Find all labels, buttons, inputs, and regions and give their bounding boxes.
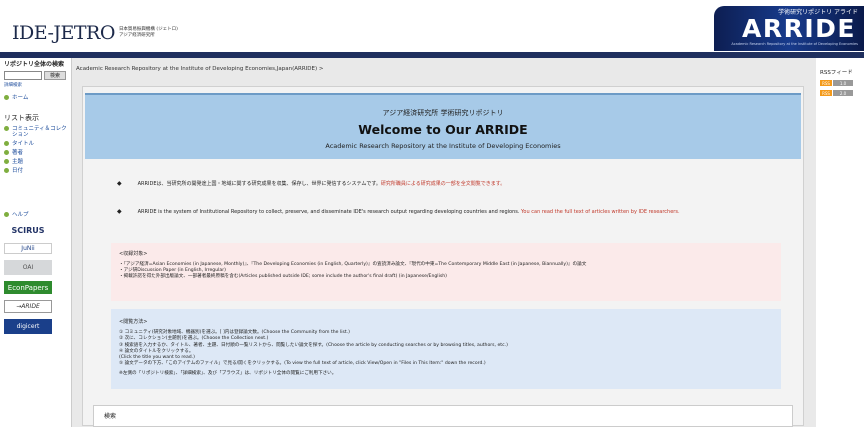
search-input[interactable] [4,71,42,80]
home-link[interactable]: ホーム [4,93,67,101]
banner-title: ARRIDE [742,14,856,43]
description-jp: ◆ ARRIDEは、当研究所の開発途上国・地域に関する研究成果を収集、保存し、世… [117,180,757,188]
sidebar-item-label: タイトル [12,141,35,147]
oai-badge[interactable]: OAI [4,260,52,275]
junii-badge[interactable]: JuNii [4,243,52,254]
bullet-icon [4,150,9,155]
scirus-badge[interactable]: SCIRUS [4,224,52,237]
sidebar-item-titles[interactable]: タイトル [4,141,67,147]
rss-icon: RSS [820,90,832,96]
header: IDE-JETRO 日本貿易振興機構 (ジェトロ) アジア経済研究所 学術研究リ… [0,0,864,52]
howto-box: <閲覧方法> ① コミュニティ(研究対象地域、機器別)を選ぶ。[ ]内は登録論文… [111,309,781,389]
sidebar-item-label: 日付 [12,168,24,174]
left-sidebar: リポジトリ全体の検索 検索 詳細検索 ホーム リスト表示 コミュニティ＆コレクシ… [0,58,72,427]
diamond-icon: ◆ [117,208,122,215]
rss-title: RSSフィード [820,70,853,76]
description-en-text: ARRIDE is the system of Institutional Re… [137,209,520,215]
list-title: リスト表示 [4,114,39,122]
sidebar-item-subjects[interactable]: 主題 [4,159,67,165]
search-row: 検索 [4,71,67,80]
main-content: Academic Research Repository at the Inst… [72,58,816,427]
logo-sub-line-2: アジア経済研究所 [118,33,155,38]
bullet-icon [4,126,9,131]
sidebar-item-label: 主題 [12,159,24,165]
breadcrumb[interactable]: Academic Research Repository at the Inst… [76,66,323,72]
sidebar-item-authors[interactable]: 著者 [4,150,67,156]
sidebar-item-label: コミュニティ＆コレクション [12,126,67,138]
search-panel-header: 検索 [93,405,793,427]
collection-targets-box: <収録対象> ・『アジア経済=Asian Economies (in Japan… [111,243,781,301]
bullet-icon [4,141,9,146]
rss-feed-2[interactable]: RSS 2.0 [820,90,860,96]
description-jp-highlight: 研究所職員による研究成果の一部を全文閲覧できます。 [380,181,506,187]
advanced-search-link[interactable]: 詳細検索 [4,82,67,88]
banner-subtitle: Academic Research Repository at the Inst… [731,42,858,46]
bullet-icon [4,211,9,217]
sidebar-item-dates[interactable]: 日付 [4,168,67,174]
howto-note: ※左側の「リポジトリ検索」、「詳細検索」、及び「ブラウズ」は、リポジトリ全体の閲… [119,371,337,377]
digicert-badge[interactable]: digicert [4,319,52,334]
description-text: ARRIDE is the system of Institutional Re… [138,209,680,215]
howto-item: ⑤ 論文データの下方、「このアイテムのファイル」で見る/開くをクリックする。(T… [119,361,486,367]
welcome-jp-title: アジア経済研究所 学術研究リポジトリ [382,109,504,117]
rss-icon: RSS [820,80,832,86]
econpapers-badge[interactable]: EconPapers [4,281,52,294]
sidebar-item-communities[interactable]: コミュニティ＆コレクション [4,126,67,138]
search-title: リポジトリ全体の検索 [4,61,65,68]
ide-jetro-logo[interactable]: IDE-JETRO 日本貿易振興機構 (ジェトロ) アジア経済研究所 [12,22,178,44]
rss-version: 1.0 [833,80,853,86]
home-label: ホーム [12,95,29,101]
welcome-subtitle: Academic Research Repository at the Inst… [325,142,561,150]
targets-title: <収録対象> [119,251,148,257]
rss-version: 2.0 [833,90,853,96]
welcome-banner: アジア経済研究所 学術研究リポジトリ Welcome to Our ARRIDE… [85,93,801,159]
bullet-icon [4,159,9,164]
logo-subtitle: 日本貿易振興機構 (ジェトロ) アジア経済研究所 [119,27,178,39]
help-link[interactable]: ヘルプ [4,210,67,218]
arride-banner[interactable]: 学術研究リポジトリ アライド ARRIDE Academic Research … [714,6,864,51]
bullet-icon [4,168,9,173]
diamond-icon: ◆ [117,180,122,187]
rss-feed-1[interactable]: RSS 1.0 [820,80,860,86]
description-jp-text: ARRIDEは、当研究所の開発途上国・地域に関する研究成果を収集、保存し、世界に… [137,181,381,187]
content-panel: アジア経済研究所 学術研究リポジトリ Welcome to Our ARRIDE… [82,86,804,427]
arride-badge[interactable]: →ARIDE [4,300,52,313]
howto-title: <閲覧方法> [119,319,148,325]
welcome-title: Welcome to Our ARRIDE [358,122,528,137]
target-item: ・掲載許諾を得た外部出版論文、一部著者最終原稿を含む(Articles publ… [119,274,447,279]
description-en-highlight: You can read the full text of articles w… [521,209,680,215]
bullet-icon [4,94,9,100]
sidebar-item-label: 著者 [12,150,24,156]
help-label: ヘルプ [12,212,29,218]
right-sidebar: RSSフィード RSS 1.0 RSS 2.0 [816,58,864,427]
description-text: ARRIDEは、当研究所の開発途上国・地域に関する研究成果を収集、保存し、世界に… [138,181,506,187]
description-en: ◆ ARRIDE is the system of Institutional … [117,208,757,216]
search-button[interactable]: 検索 [44,71,66,80]
logo-text: IDE-JETRO [12,22,115,44]
